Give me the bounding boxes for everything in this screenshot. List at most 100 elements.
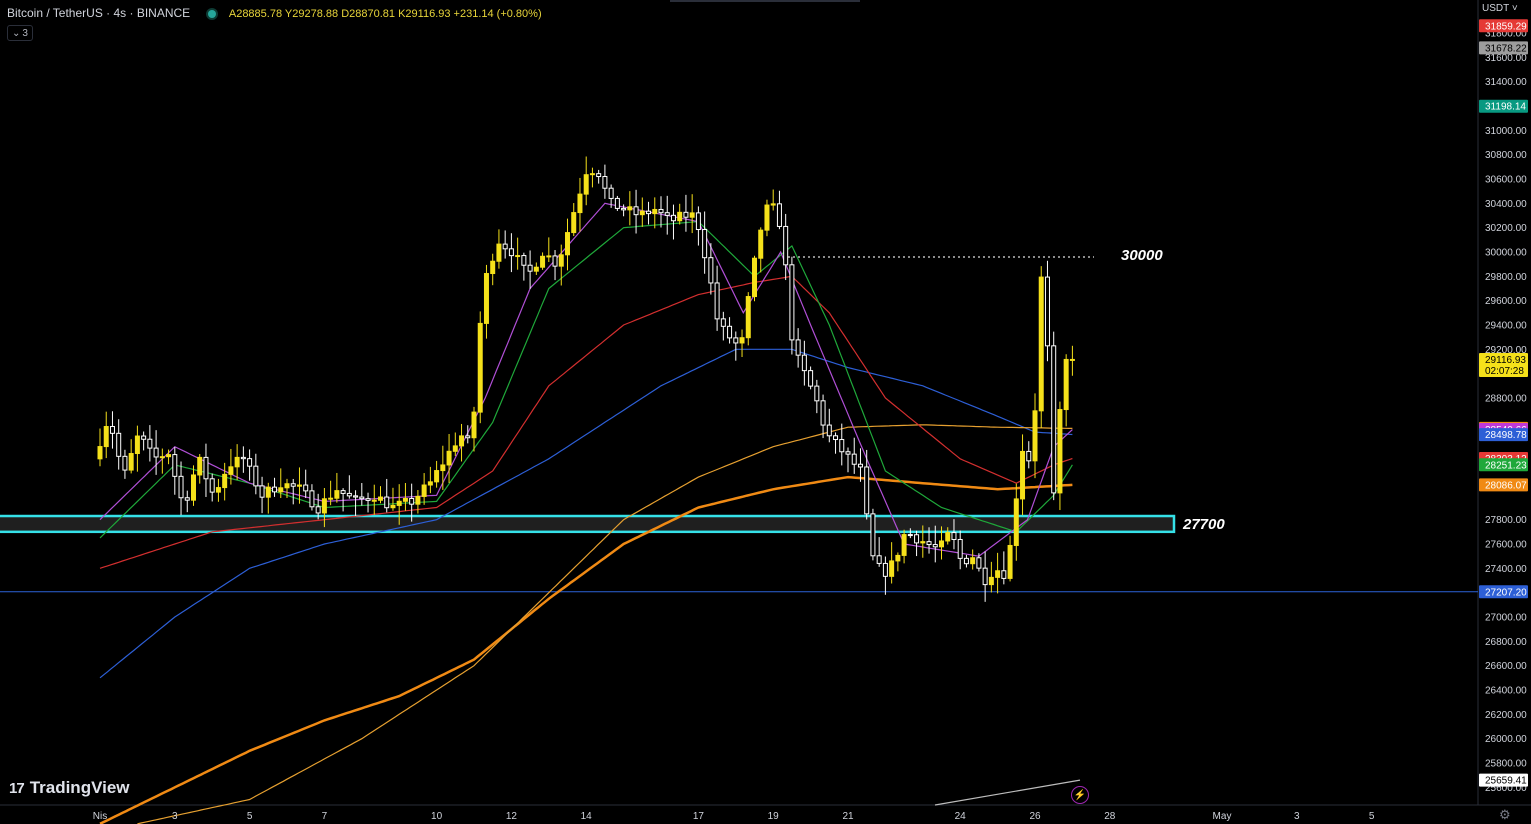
candle	[371, 484, 377, 515]
candle-body	[421, 484, 427, 497]
price-tag: 29116.9302:07:28	[1479, 352, 1528, 377]
price-axis-tick: 31600.00	[1485, 53, 1527, 64]
candle-body	[571, 212, 577, 234]
price-tag-value: 29116.93	[1485, 355, 1526, 366]
candle	[128, 439, 134, 474]
time-axis-tick: 5	[247, 811, 253, 822]
price-axis-tick: 27400.00	[1485, 564, 1527, 575]
candle-body	[646, 210, 652, 215]
price-axis-tick: 31000.00	[1485, 126, 1527, 137]
candle	[159, 448, 165, 474]
currency-selector[interactable]: USDT ˅	[1482, 3, 1518, 14]
candle	[465, 425, 471, 444]
candle	[963, 554, 969, 568]
candle	[864, 449, 870, 520]
candle-body	[1044, 276, 1050, 347]
chart-area[interactable]: 277003000031800.0031600.0031400.0031200.…	[0, 0, 1531, 824]
candle	[272, 477, 278, 497]
candle-body	[652, 208, 658, 215]
candle-body	[459, 435, 465, 447]
candle	[795, 328, 801, 368]
candle-body	[359, 496, 365, 500]
ema_medium-line	[99, 220, 1073, 539]
candle-body	[521, 255, 527, 266]
candle-body	[272, 486, 278, 493]
candle-body	[939, 540, 944, 548]
candle	[378, 486, 383, 504]
price-axis-tick: 26000.00	[1485, 734, 1527, 745]
price-axis-tick: 26400.00	[1485, 686, 1527, 697]
candle	[203, 443, 209, 497]
candle-body	[340, 490, 346, 494]
candle	[602, 164, 608, 199]
candle-body	[1051, 345, 1057, 494]
time-axis-tick: 12	[506, 811, 518, 822]
candle-body	[826, 424, 832, 437]
candle	[571, 203, 577, 237]
tradingview-logo[interactable]: 17 TradingView	[9, 778, 130, 798]
chevron-down-icon: ˅	[1511, 3, 1518, 14]
candle-body	[278, 487, 284, 493]
candle	[808, 366, 814, 390]
candle-body	[727, 325, 733, 339]
candle-body	[1001, 570, 1007, 579]
indicators-collapse-button[interactable]: ⌄ 3	[7, 25, 33, 41]
candle-body	[1007, 544, 1013, 579]
candle-body	[315, 506, 321, 514]
candle-body	[141, 435, 147, 440]
lightning-icon[interactable]: ⚡	[1071, 786, 1089, 804]
candle-body	[116, 432, 122, 457]
symbol-title[interactable]: Bitcoin / TetherUS · 4s · BINANCE	[7, 6, 190, 20]
candle	[222, 462, 228, 501]
price-axis-tick: 30400.00	[1485, 199, 1527, 210]
candle	[764, 199, 770, 237]
ema_fast-line	[99, 202, 1073, 557]
candle-body	[309, 490, 315, 508]
time-axis-tick: 26	[1029, 811, 1041, 822]
price-axis-tick: 26800.00	[1485, 637, 1527, 648]
candle-body	[833, 435, 839, 441]
candle	[234, 444, 240, 481]
candle-body	[228, 466, 234, 475]
candle-body	[234, 456, 240, 468]
candle	[197, 454, 203, 484]
candle	[440, 445, 446, 490]
candle-body	[109, 426, 115, 434]
candle-body	[889, 560, 895, 577]
candle-body	[932, 544, 938, 548]
price-axis-tick: 26600.00	[1485, 661, 1527, 672]
candle	[540, 252, 546, 270]
candle-body	[857, 463, 863, 468]
time-axis-tick: 5	[1369, 811, 1375, 822]
time-axis-tick: 10	[431, 811, 443, 822]
candle	[664, 195, 670, 235]
candle	[583, 156, 589, 206]
time-axis-tick: 3	[172, 811, 178, 822]
candle	[421, 473, 427, 505]
candle	[714, 265, 720, 331]
candle-body	[321, 498, 327, 514]
time-axis-tick: Nis	[93, 811, 107, 822]
candle-body	[440, 464, 446, 472]
candle-body	[240, 456, 246, 460]
candle-body	[914, 534, 920, 544]
candle-body	[166, 454, 172, 458]
candle-body	[328, 497, 334, 500]
price-tag: 31198.14	[1479, 99, 1528, 113]
candle	[845, 447, 851, 473]
candle	[745, 292, 751, 346]
candle	[209, 473, 215, 502]
gear-icon[interactable]: ⚙	[1499, 807, 1511, 823]
candle-body	[390, 504, 396, 509]
candle-body	[988, 576, 994, 586]
candle-body	[739, 337, 745, 344]
candle-body	[963, 557, 969, 565]
candle	[820, 394, 826, 439]
price-tag-value: 31678.22	[1485, 43, 1527, 54]
candle-body	[215, 487, 221, 493]
candle	[247, 449, 253, 481]
candle	[646, 201, 652, 225]
candle-body	[689, 212, 695, 218]
candle	[733, 331, 739, 361]
long-term-ma-line	[934, 779, 1081, 806]
